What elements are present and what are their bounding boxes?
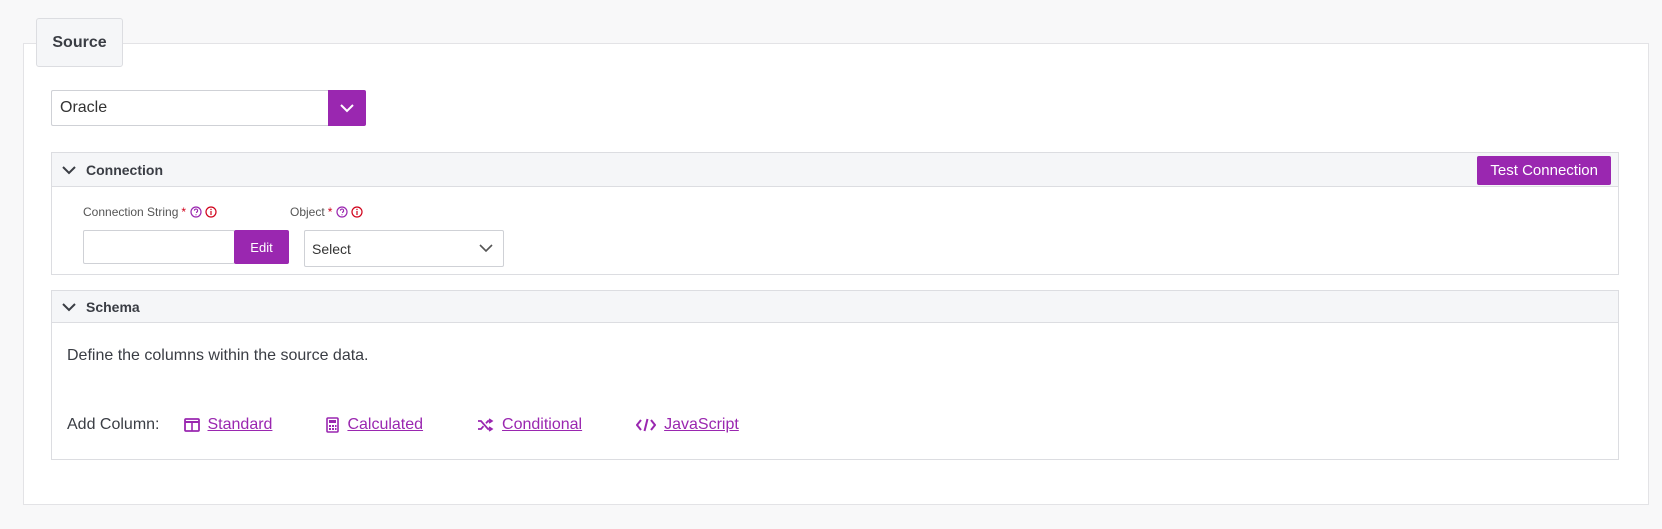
schema-header[interactable]: Schema: [52, 291, 1618, 323]
source-type-dropdown-button[interactable]: [328, 90, 366, 126]
required-marker: *: [327, 205, 333, 219]
help-circle-icon[interactable]: [336, 206, 348, 218]
test-connection-button[interactable]: Test Connection: [1477, 156, 1611, 185]
source-type-value[interactable]: Oracle: [51, 90, 328, 126]
add-conditional-column-link[interactable]: Conditional: [477, 416, 582, 434]
add-standard-column-link[interactable]: Standard: [183, 416, 272, 434]
source-type-select[interactable]: Oracle: [51, 90, 366, 126]
schema-section: Schema Define the columns within the sou…: [51, 290, 1619, 460]
connection-string-input[interactable]: [83, 230, 235, 264]
table-columns-icon: [183, 418, 200, 432]
object-label: Object *: [290, 205, 366, 219]
chevron-down-icon: [479, 244, 493, 253]
source-panel: Oracle Connection Test Connection Connec…: [23, 43, 1649, 505]
calculator-icon: [326, 417, 340, 433]
schema-description: Define the columns within the source dat…: [67, 347, 369, 364]
chevron-down-icon[interactable]: [62, 302, 76, 312]
chevron-down-icon: [340, 104, 354, 113]
connection-header[interactable]: Connection Test Connection: [52, 153, 1618, 187]
add-javascript-column-link[interactable]: JavaScript: [636, 416, 739, 434]
edit-connection-button[interactable]: Edit: [234, 230, 289, 264]
help-circle-icon[interactable]: [190, 206, 202, 218]
object-select[interactable]: Select: [304, 230, 504, 267]
required-marker: *: [181, 205, 187, 219]
code-icon: [636, 418, 657, 432]
info-circle-icon[interactable]: [205, 206, 217, 218]
connection-string-label: Connection String *: [83, 205, 220, 219]
connection-section: Connection Test Connection Connection St…: [51, 152, 1619, 275]
connection-title: Connection: [86, 161, 163, 178]
source-legend: Source: [36, 18, 123, 67]
object-select-value: Select: [312, 240, 351, 257]
shuffle-icon: [478, 418, 494, 432]
info-circle-icon[interactable]: [351, 206, 363, 218]
add-calculated-column-link[interactable]: Calculated: [326, 416, 423, 434]
chevron-down-icon[interactable]: [62, 165, 76, 175]
schema-title: Schema: [86, 298, 140, 315]
add-column-row: Add Column: Standard Calculated Conditio…: [67, 416, 793, 434]
add-column-label: Add Column:: [67, 416, 160, 433]
